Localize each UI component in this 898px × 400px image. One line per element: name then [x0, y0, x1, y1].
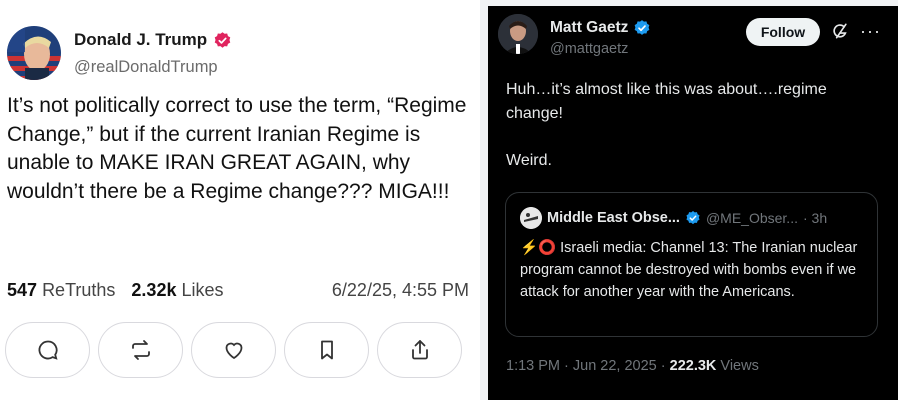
quoted-post-time[interactable]: · 3h: [803, 210, 827, 226]
retruths-stat[interactable]: 547 ReTruths: [7, 280, 115, 301]
quoted-post[interactable]: Middle East Obse... @ME_Obser... · 3h ⚡⭕…: [505, 192, 878, 337]
quoted-author-handle[interactable]: @ME_Obser...: [706, 210, 798, 226]
verified-badge-icon: [214, 31, 231, 48]
action-bar: [5, 322, 462, 378]
post-timestamp[interactable]: 1:13 PM · Jun 22, 2025 ·: [506, 358, 670, 374]
author-handle[interactable]: @realDonaldTrump: [74, 58, 218, 77]
likes-count: 2.32k: [131, 280, 177, 300]
author-row: Donald J. Trump: [74, 30, 232, 50]
author-row: Matt Gaetz: [550, 19, 651, 37]
reply-button[interactable]: [5, 322, 90, 378]
post-text-second: Weird.: [506, 152, 552, 169]
grok-icon[interactable]: [830, 21, 850, 41]
follow-button[interactable]: Follow: [746, 18, 820, 46]
share-button[interactable]: [377, 322, 462, 378]
retruths-label: ReTruths: [42, 280, 116, 300]
verified-badge-icon: [686, 211, 700, 225]
share-icon: [411, 340, 428, 360]
author-name[interactable]: Donald J. Trump: [74, 30, 207, 50]
like-button[interactable]: [191, 322, 276, 378]
views-label: Views: [716, 358, 759, 374]
quoted-avatar: [520, 207, 542, 229]
red-circle-icon: ⭕: [538, 240, 557, 256]
views-count: 222.3K: [669, 358, 717, 374]
retruth-button[interactable]: [98, 322, 183, 378]
truth-social-post: Donald J. Trump @realDonaldTrump It’s no…: [0, 0, 480, 400]
screenshot-collage: Donald J. Trump @realDonaldTrump It’s no…: [0, 0, 898, 400]
avatar[interactable]: [7, 26, 61, 80]
author-handle[interactable]: @mattgaetz: [550, 41, 628, 57]
like-icon: [225, 342, 242, 360]
retruth-icon: [131, 340, 150, 360]
quoted-post-body: ⚡⭕ Israeli media: Channel 13: The Irania…: [520, 237, 870, 303]
post-text: Huh…it’s almost like this was about….reg…: [506, 81, 827, 122]
post-meta: 1:13 PM · Jun 22, 2025 · 222.3K Views: [506, 358, 759, 374]
post-body: It’s not politically correct to use the …: [7, 94, 467, 203]
quoted-post-header: Middle East Obse... @ME_Obser... · 3h: [520, 207, 827, 229]
quoted-author-name[interactable]: Middle East Obse...: [547, 210, 680, 226]
post-stats: 547 ReTruths 2.32k Likes 6/22/25, 4:55 P…: [7, 280, 469, 301]
post-date[interactable]: 6/22/25, 4:55 PM: [332, 280, 469, 301]
lightning-icon: ⚡: [520, 240, 539, 256]
x-post: Matt Gaetz @mattgaetz Follow ··· Huh…it’…: [488, 6, 898, 400]
quoted-post-text: Israeli media: Channel 13: The Iranian n…: [520, 240, 858, 300]
more-options-icon[interactable]: ···: [860, 21, 881, 42]
likes-label: Likes: [181, 280, 224, 300]
author-name[interactable]: Matt Gaetz: [550, 19, 628, 37]
reply-icon: [38, 340, 58, 360]
bookmark-icon: [320, 340, 333, 360]
likes-stat[interactable]: 2.32k Likes: [131, 280, 223, 301]
verified-badge-icon: [635, 20, 650, 35]
retruths-count: 547: [7, 280, 38, 300]
bookmark-button[interactable]: [284, 322, 369, 378]
avatar[interactable]: [498, 14, 538, 54]
